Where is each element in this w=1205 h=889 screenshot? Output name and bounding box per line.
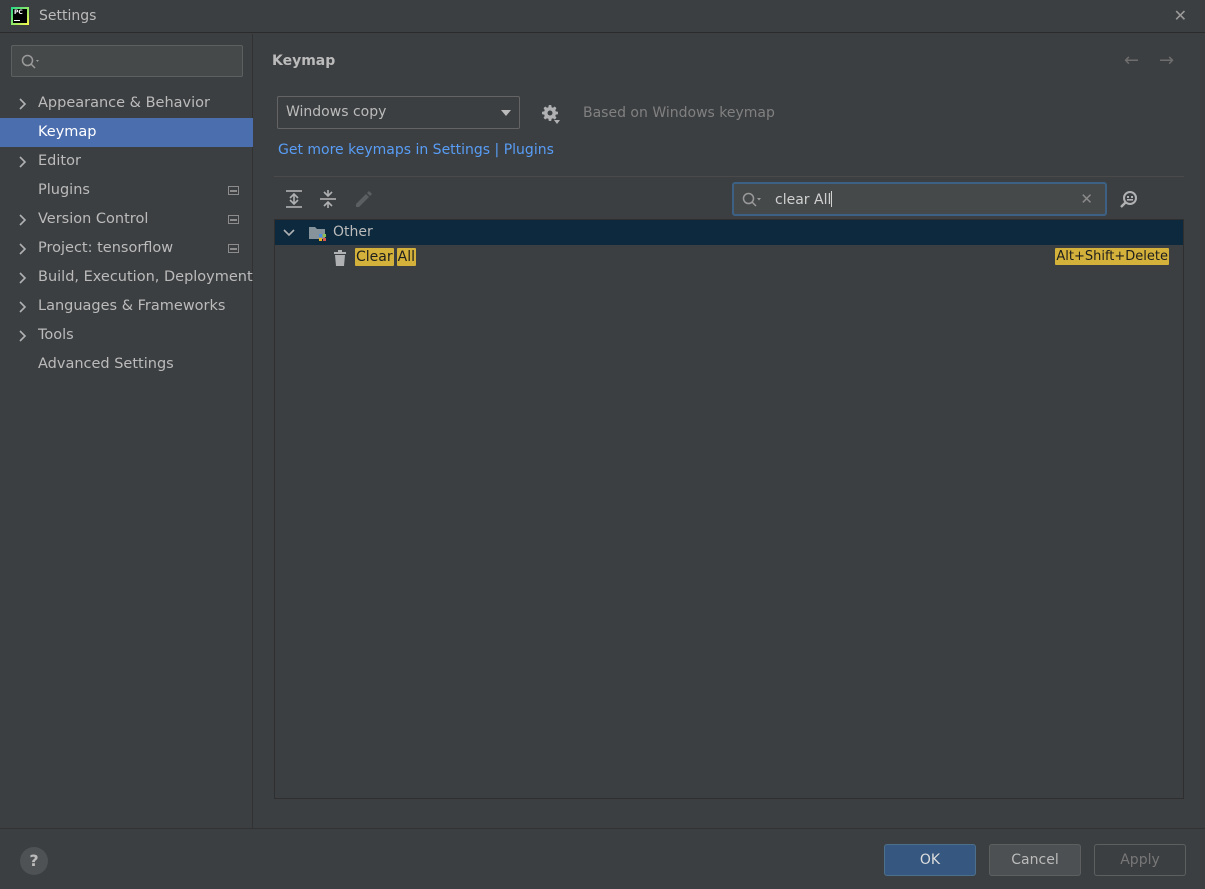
chevron-down-icon [501,110,511,116]
sidebar-item-editor[interactable]: Editor [0,147,253,176]
action-name: Clear All [355,248,416,266]
pycharm-logo-icon: PC [11,7,29,25]
search-icon [21,54,39,69]
folder-icon [309,227,326,241]
sidebar-item-plugins[interactable]: Plugins [0,176,253,205]
sidebar-item-label: Plugins [38,182,90,198]
sidebar-item-label: Build, Execution, Deployment [38,269,253,285]
help-button[interactable]: ? [20,847,48,875]
tree-group-label: Other [333,224,373,240]
gear-icon[interactable] [540,104,562,126]
sidebar-item-label: Version Control [38,211,149,227]
sidebar-item-appearance-behavior[interactable]: Appearance & Behavior [0,89,253,118]
collapse-all-icon[interactable] [317,188,339,210]
keymap-dropdown-value: Windows copy [286,104,387,120]
action-name-match-2: All [396,248,416,266]
close-icon[interactable]: ✕ [1174,6,1187,25]
keymap-search-input[interactable]: clear All ✕ [732,182,1107,216]
action-name-match-1: Clear [355,248,394,266]
keymap-tree: Other Clear All Alt+Shift+Delete [274,219,1184,799]
chevron-right-icon[interactable] [19,330,27,342]
apply-button[interactable]: Apply [1094,844,1186,876]
project-level-icon [228,186,239,195]
sidebar-item-label: Appearance & Behavior [38,95,210,111]
cancel-button[interactable]: Cancel [989,844,1081,876]
sidebar-item-project-tensorflow[interactable]: Project: tensorflow [0,234,253,263]
back-arrow-icon[interactable]: ← [1124,50,1139,71]
chevron-right-icon[interactable] [19,272,27,284]
sidebar-item-label: Editor [38,153,81,169]
action-shortcut: Alt+Shift+Delete [1055,248,1169,265]
sidebar-item-languages-frameworks[interactable]: Languages & Frameworks [0,292,253,321]
project-level-icon [228,244,239,253]
divider [274,176,1184,177]
more-keymaps-link[interactable]: Get more keymaps in Settings | Plugins [278,142,554,158]
sidebar-item-version-control[interactable]: Version Control [0,205,253,234]
logo-text: PC [13,9,27,23]
chevron-right-icon[interactable] [19,98,27,110]
project-level-icon [228,215,239,224]
page-title: Keymap [272,53,336,69]
edit-shortcut-icon[interactable] [352,188,374,210]
sidebar-search-input[interactable] [11,45,243,77]
sidebar-item-label: Keymap [38,124,97,140]
based-on-label: Based on Windows keymap [583,105,775,121]
sidebar-item-label: Languages & Frameworks [38,298,226,314]
tree-action-row[interactable]: Clear All Alt+Shift+Delete [275,246,1183,271]
tree-group-other[interactable]: Other [275,220,1183,245]
title-bar: PC Settings ✕ [0,0,1205,33]
trash-icon [334,250,346,266]
search-value: clear All [775,191,833,208]
sidebar-item-label: Tools [38,327,74,343]
chevron-right-icon[interactable] [19,214,27,226]
settings-sidebar: Appearance & Behavior Keymap Editor Plugins… [0,34,253,828]
search-text: clear All [775,192,832,208]
chevron-down-icon[interactable] [283,228,295,238]
search-icon [742,192,761,207]
sidebar-item-keymap[interactable]: Keymap [0,118,253,147]
keymap-panel: Keymap ← → Windows copy Based on Windows… [254,34,1205,828]
sidebar-item-label: Advanced Settings [38,356,174,372]
sidebar-item-label: Project: tensorflow [38,240,174,256]
sidebar-item-tools[interactable]: Tools [0,321,253,350]
ok-button[interactable]: OK [884,844,976,876]
chevron-right-icon[interactable] [19,301,27,313]
sidebar-item-advanced-settings[interactable]: Advanced Settings [0,350,253,379]
expand-all-icon[interactable] [283,188,305,210]
chevron-right-icon[interactable] [19,243,27,255]
chevron-right-icon[interactable] [19,156,27,168]
dialog-footer: ? OK Cancel Apply [0,828,1205,889]
keymap-dropdown[interactable]: Windows copy [277,96,520,129]
sidebar-item-build-execution-deployment[interactable]: Build, Execution, Deployment [0,263,253,292]
text-caret [831,191,833,207]
sidebar-nav: Appearance & Behavior Keymap Editor Plugins… [0,89,253,379]
find-by-shortcut-icon[interactable] [1118,188,1142,212]
window-title: Settings [39,8,97,24]
forward-arrow-icon[interactable]: → [1159,50,1174,71]
clear-search-icon[interactable]: ✕ [1080,190,1093,208]
